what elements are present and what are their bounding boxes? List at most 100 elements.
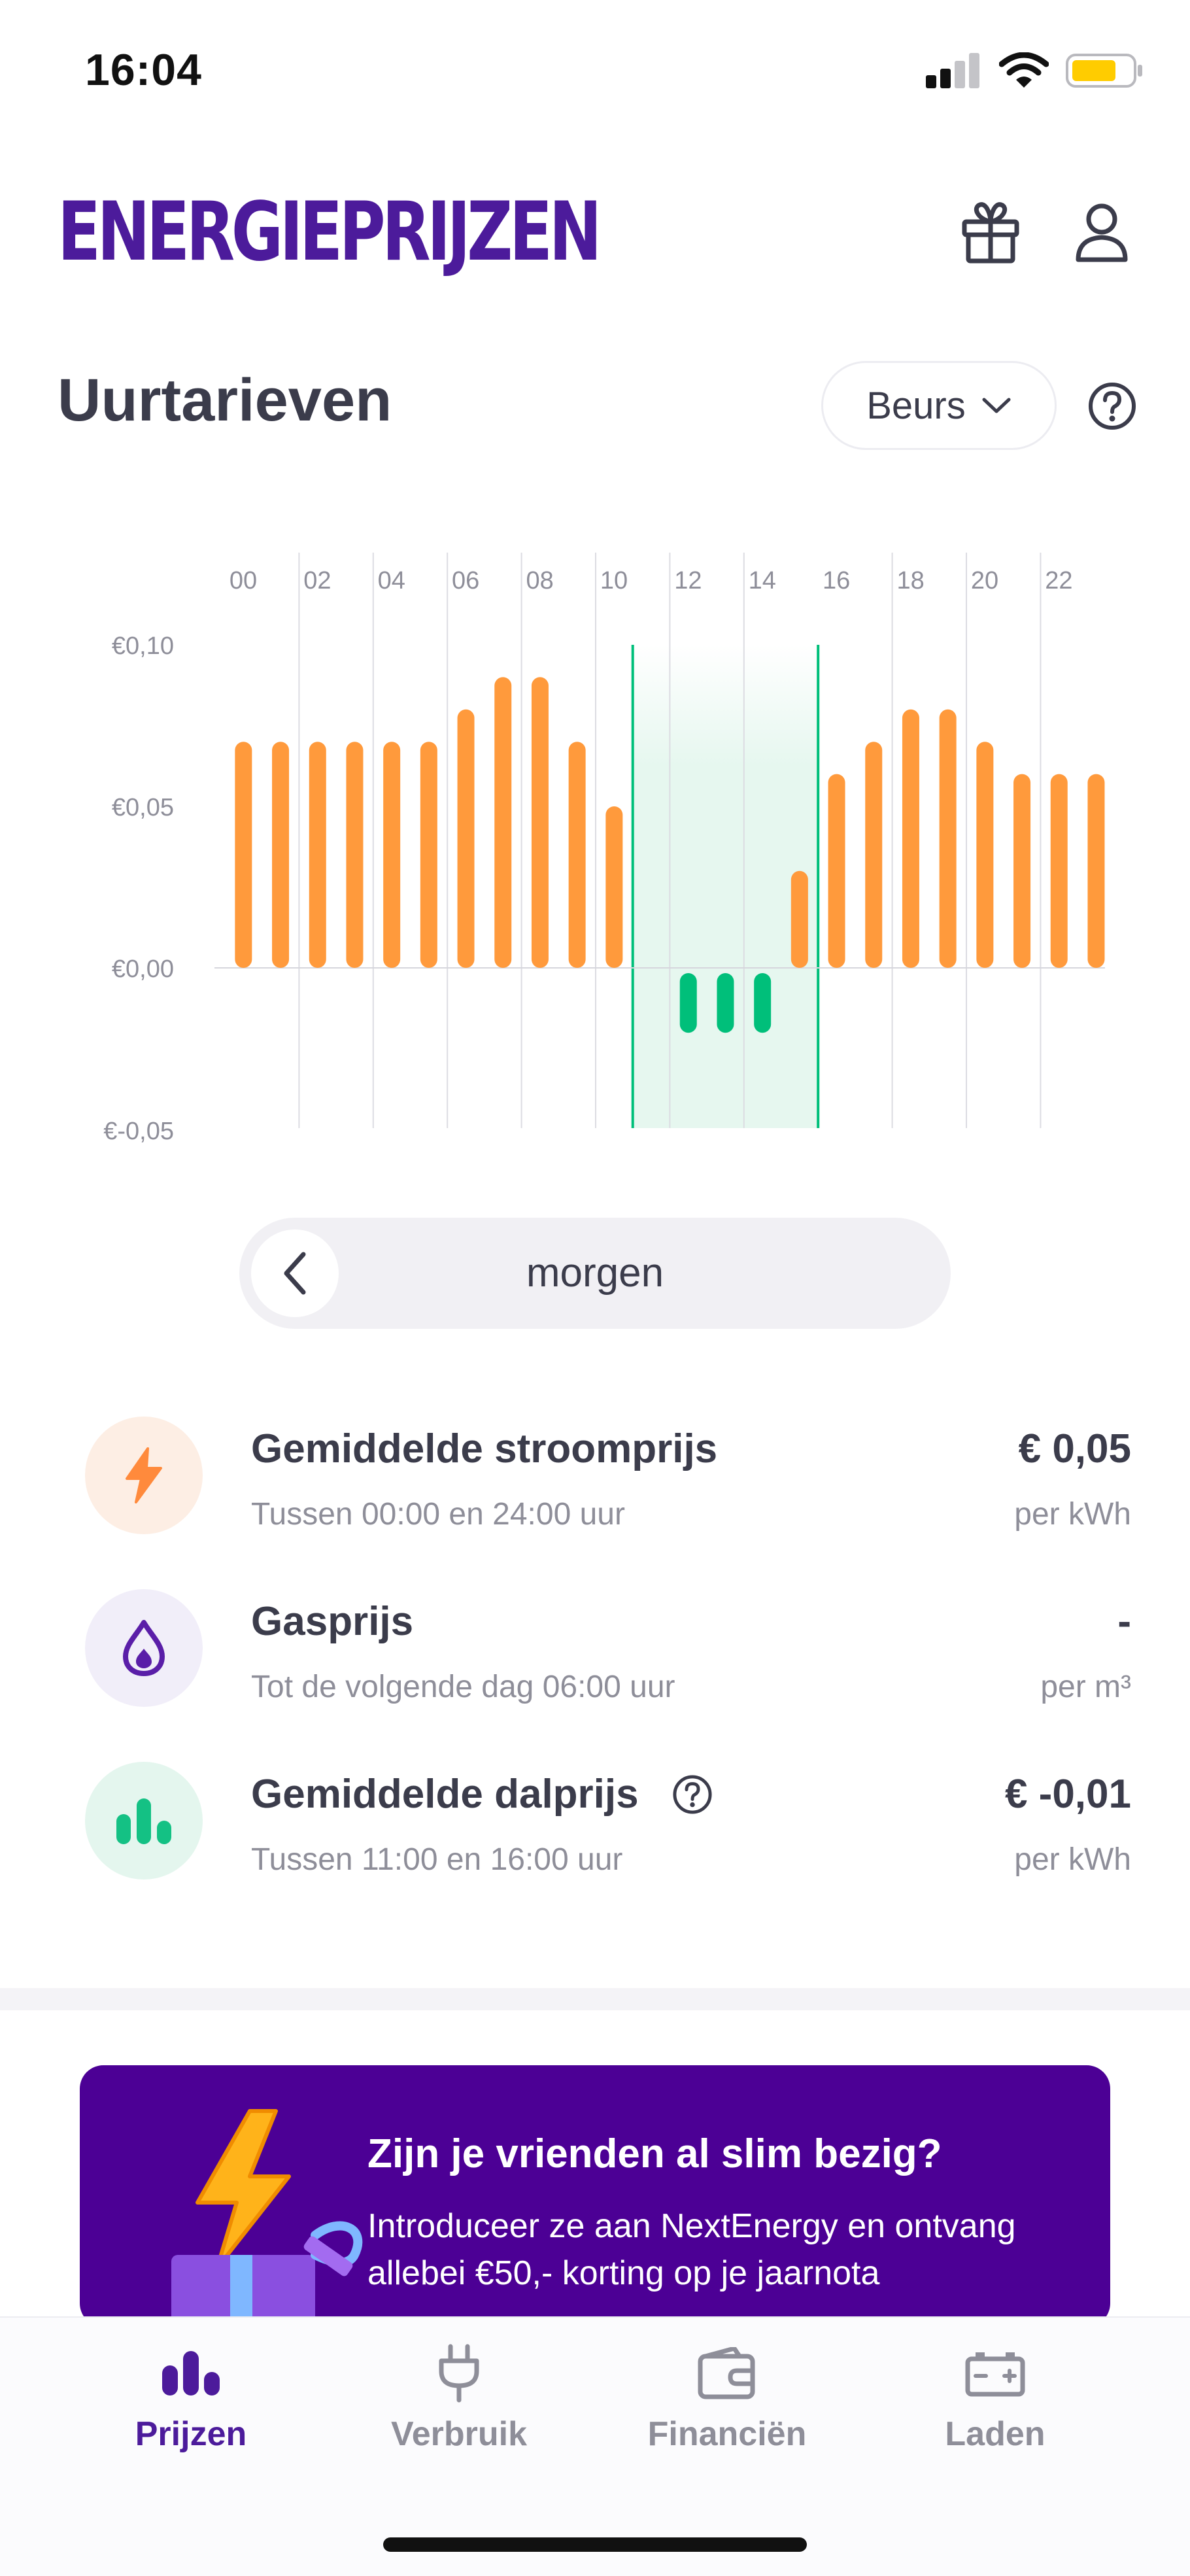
price-bar	[1013, 774, 1031, 968]
y-axis-labels: €0,10 €0,05 €0,00 €-0,05	[103, 632, 174, 1145]
list-item-title: Gasprijs	[251, 1599, 414, 1644]
previous-day-button[interactable]	[251, 1229, 339, 1317]
section-title: Uurtarieven	[58, 367, 392, 434]
price-bar	[383, 742, 401, 968]
price-mode-select[interactable]: Beurs	[821, 361, 1057, 450]
x-tick-label: 22	[1045, 567, 1072, 594]
price-bar	[531, 677, 549, 968]
status-time: 16:04	[85, 45, 202, 95]
price-bar	[346, 742, 364, 968]
list-item-title: Gemiddelde dalprijs	[251, 1772, 639, 1817]
gift-button[interactable]	[955, 196, 1027, 268]
list-item-subtitle: Tussen 00:00 en 24:00 uur	[251, 1497, 625, 1532]
section-divider	[0, 1988, 1190, 2010]
x-tick-label: 04	[378, 567, 405, 594]
x-tick-label: 00	[230, 567, 257, 594]
price-bar	[605, 806, 623, 968]
status-bar: 16:04	[0, 0, 1190, 144]
tab-financien[interactable]: Financiën	[609, 2337, 845, 2468]
price-bar	[865, 742, 883, 968]
list-item-average-electricity[interactable]: Gemiddelde stroomprijs Tussen 00:00 en 2…	[0, 1413, 1190, 1543]
list-item-offpeak[interactable]: Gemiddelde dalprijs Tussen 11:00 en 16:0…	[0, 1758, 1190, 1889]
tab-label: Prijzen	[135, 2415, 247, 2453]
list-item-gas[interactable]: Gasprijs Tot de volgende dag 06:00 uur -…	[0, 1585, 1190, 1716]
x-tick-label: 12	[674, 567, 702, 594]
question-circle-icon[interactable]	[672, 1774, 713, 1815]
price-bar	[976, 742, 994, 968]
promo-headline: Zijn je vrienden al slim bezig?	[367, 2131, 942, 2176]
tab-label: Verbruik	[390, 2415, 528, 2453]
list-item-subtitle: Tussen 11:00 en 16:00 uur	[251, 1842, 623, 1877]
price-bar	[754, 973, 772, 1033]
brand-logo: ENERGIEPRIJZEN	[58, 185, 602, 279]
x-tick-label: 20	[971, 567, 998, 594]
x-axis-labels: 00 02 04 06 08 10 12 14 16 18 20 22	[230, 567, 1073, 594]
tab-laden[interactable]: Laden	[877, 2337, 1113, 2468]
list-item-unit: per kWh	[1014, 1497, 1131, 1532]
lightning-icon	[85, 1417, 203, 1534]
x-tick-label: 16	[823, 567, 850, 594]
x-tick-label: 06	[452, 567, 479, 594]
y-tick-label: €0,10	[112, 632, 174, 660]
tab-prijzen[interactable]: Prijzen	[73, 2337, 309, 2468]
tab-label: Laden	[945, 2415, 1046, 2453]
y-tick-label: €0,00	[112, 955, 174, 983]
price-bar	[420, 742, 437, 968]
y-tick-label: €0,05	[112, 794, 174, 821]
wifi-icon	[999, 52, 1049, 88]
price-bar	[568, 742, 586, 968]
tab-verbruik[interactable]: Verbruik	[341, 2337, 577, 2468]
list-item-value: -	[1117, 1599, 1131, 1644]
flame-icon	[85, 1589, 203, 1707]
price-bar	[679, 973, 697, 1033]
price-bar	[790, 870, 808, 968]
price-bar	[272, 742, 290, 968]
chevron-down-icon	[982, 398, 1011, 413]
promo-body: Introduceer ze aan NextEnergy en ontvang…	[367, 2207, 1016, 2292]
plug-icon	[439, 2344, 479, 2403]
header-actions	[955, 196, 1138, 268]
day-label: morgen	[526, 1250, 664, 1296]
price-bar	[309, 742, 326, 968]
x-tick-label: 18	[896, 567, 924, 594]
price-bar	[717, 973, 734, 1033]
list-item-unit: per m³	[1040, 1670, 1131, 1704]
day-navigator: morgen	[239, 1218, 951, 1329]
bars-icon	[85, 1762, 203, 1880]
price-bar	[1050, 774, 1068, 968]
status-icons	[926, 51, 1144, 90]
price-bar	[902, 709, 919, 968]
gift-lightning-illustration	[171, 2109, 363, 2327]
price-bar	[939, 709, 957, 968]
gift-icon	[962, 202, 1019, 264]
list-item-value: € 0,05	[1018, 1426, 1131, 1471]
x-tick-label: 08	[526, 567, 553, 594]
list-item-unit: per kWh	[1014, 1842, 1131, 1877]
offpeak-band	[632, 645, 819, 1128]
list-item-title: Gemiddelde stroomprijs	[251, 1426, 718, 1471]
list-item-subtitle: Tot de volgende dag 06:00 uur	[251, 1670, 675, 1704]
offpeak-highlight	[631, 645, 820, 1128]
wallet-icon	[698, 2347, 755, 2399]
price-mode-value: Beurs	[866, 384, 966, 427]
battery-icon	[965, 2352, 1025, 2397]
signal-icon	[926, 53, 979, 88]
hourly-price-chart[interactable]: 00 02 04 06 08 10 12 14 16 18 20 22 €0,10 €0,05 €0,00…	[0, 523, 1190, 1164]
price-bar	[828, 774, 845, 968]
battery-status-icon	[1066, 54, 1142, 88]
chevron-left-icon	[284, 1252, 306, 1295]
question-circle-icon[interactable]	[1087, 381, 1138, 432]
list-item-title-wrap: Gemiddelde dalprijs	[251, 1771, 713, 1817]
bar-chart-icon	[162, 2351, 220, 2396]
home-indicator	[383, 2537, 807, 2552]
x-tick-label: 10	[600, 567, 628, 594]
profile-button[interactable]	[1066, 196, 1138, 268]
user-icon	[1076, 203, 1128, 262]
price-bar	[1087, 774, 1105, 968]
referral-promo-card[interactable]: Zijn je vrienden al slim bezig? Introduc…	[80, 2065, 1110, 2327]
tab-label: Financiën	[647, 2415, 807, 2453]
x-tick-label: 14	[749, 567, 776, 594]
price-bar	[235, 742, 252, 968]
price-bar	[457, 709, 475, 968]
price-bar	[494, 677, 512, 968]
